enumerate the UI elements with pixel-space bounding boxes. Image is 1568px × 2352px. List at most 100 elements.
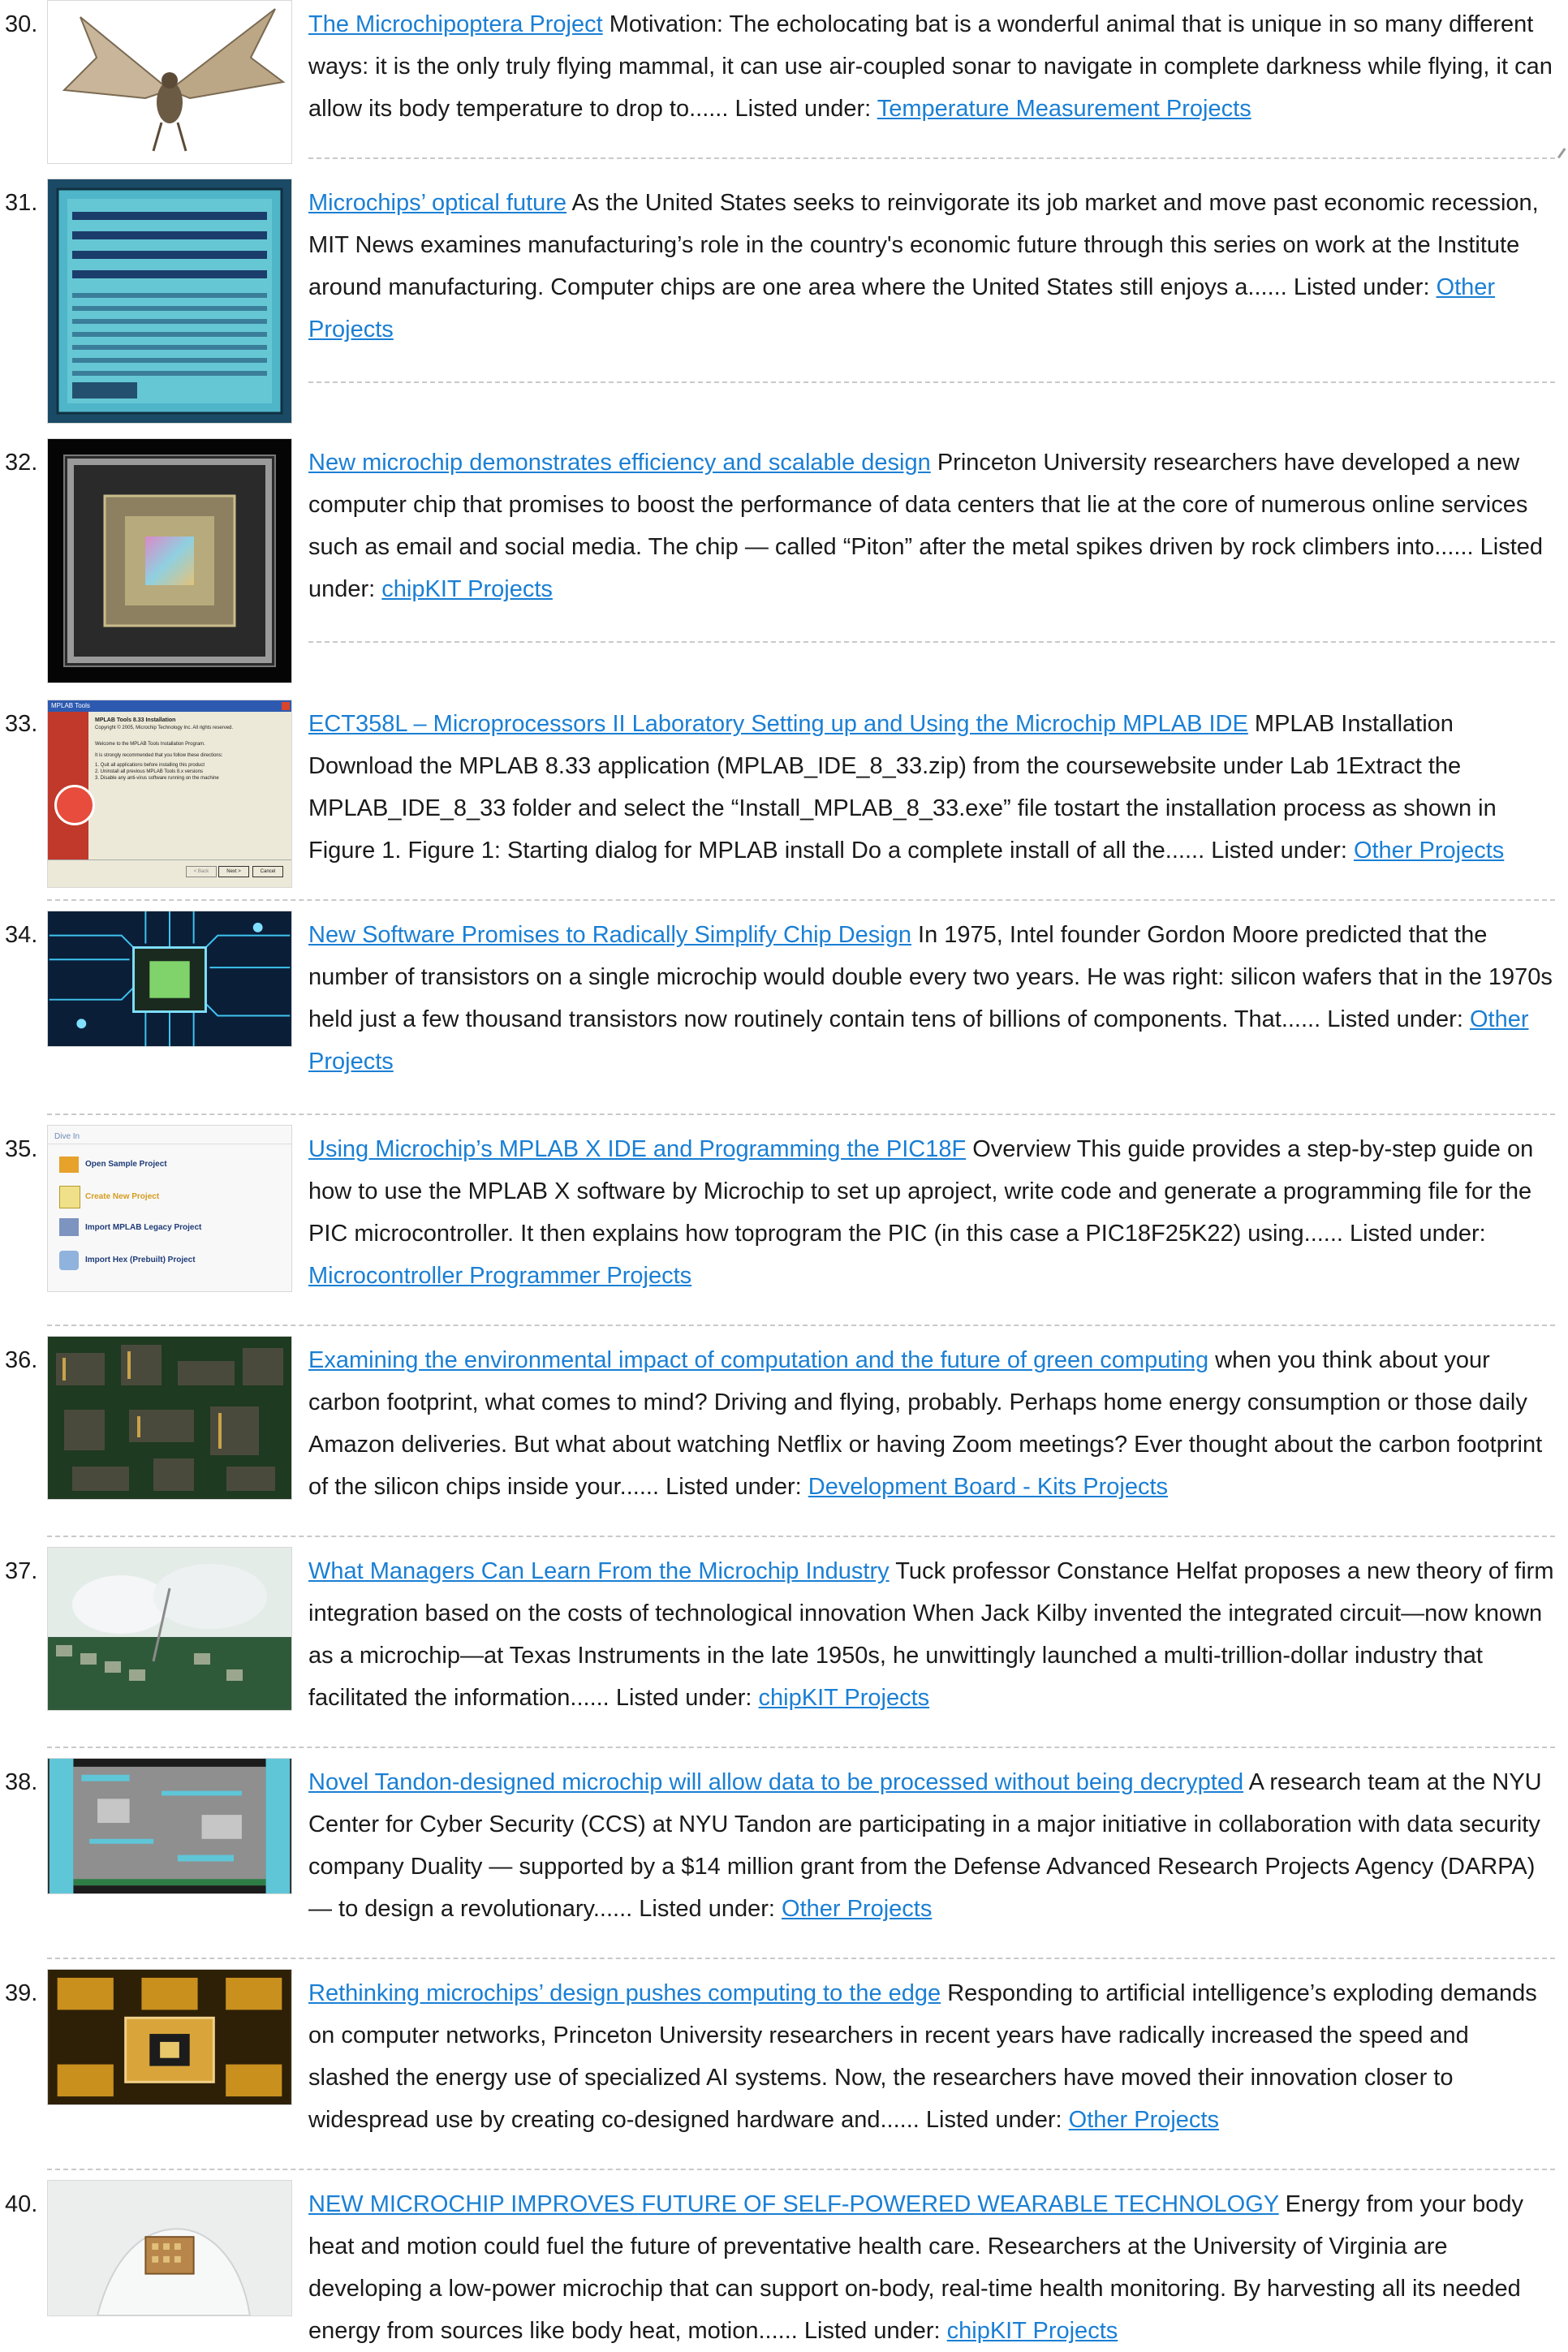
chip-layout-image [49,1759,291,1893]
category-link[interactable]: Microcontroller Programmer Projects [308,1263,691,1289]
listed-under-label: Listed under: [1211,838,1347,864]
item-text: New microchip demonstrates efficiency an… [308,442,1555,610]
separator [47,1114,1555,1115]
separator [47,1958,1555,1959]
project-title-link[interactable]: Microchips’ optical future [308,190,566,216]
back-button[interactable]: < Back [186,866,217,877]
item-text: NEW MICROCHIP IMPROVES FUTURE OF SELF-PO… [308,2183,1555,2352]
project-title-link[interactable]: NEW MICROCHIP IMPROVES FUTURE OF SELF-PO… [308,2191,1279,2217]
separator [47,2169,1555,2170]
thumbnail-image[interactable] [47,1547,292,1711]
divider [48,859,291,860]
category-link[interactable]: Temperature Measurement Projects [877,96,1251,122]
item-text: Rethinking microchips’ design pushes com… [308,1972,1555,2141]
close-icon [282,702,290,710]
wearable-chip-image [49,2181,291,2315]
new-project-icon [59,1186,80,1208]
item-number: 34. [5,922,38,948]
project-title-link[interactable]: New Software Promises to Radically Simpl… [308,922,911,948]
category-link[interactable]: Other Projects [782,1896,932,1922]
project-title-link[interactable]: ECT358L – Microprocessors II Laboratory … [308,711,1248,737]
cancel-button[interactable]: Cancel [252,866,283,877]
listed-under-label: Listed under: [734,96,872,122]
thumbnail-image[interactable] [47,0,292,164]
option-label[interactable]: Open Sample Project [85,1160,167,1169]
circuit-chip-image [49,911,291,1046]
category-link[interactable]: Development Board - Kits Projects [808,1474,1168,1500]
chip-die-image [48,179,291,423]
listed-under-label: Listed under: [639,1896,775,1922]
dialog-welcome: Welcome to the MPLAB Tools Installation … [95,742,205,747]
item-text: Microchips’ optical future As the United… [308,182,1555,351]
hex-import-icon [59,1251,79,1270]
listed-under-label: Listed under: [666,1474,802,1500]
item-text: Examining the environmental impact of co… [308,1339,1555,1508]
project-title-link[interactable]: What Managers Can Learn From the Microch… [308,1558,890,1584]
option-label[interactable]: Create New Project [85,1192,159,1201]
next-button[interactable]: Next > [218,866,249,877]
thumbnail-image[interactable] [47,2180,292,2316]
listed-under-label: Listed under: [925,2107,1062,2133]
category-link[interactable]: Other Projects [1069,2107,1219,2133]
item-number: 31. [5,190,38,216]
project-title-link[interactable]: New microchip demonstrates efficiency an… [308,450,931,476]
thumbnail-image[interactable] [47,438,292,683]
item-number: 37. [5,1558,38,1584]
category-link[interactable]: chipKIT Projects [381,576,553,602]
category-link[interactable]: chipKIT Projects [947,2318,1118,2344]
dialog-step: 3. Disable any anti-virus software runni… [95,776,219,781]
separator [47,1536,1555,1537]
category-link[interactable]: chipKIT Projects [759,1685,930,1711]
item-number: 40. [5,2191,38,2217]
piton-chip-image [48,439,291,683]
dialog-title: MPLAB Tools [48,700,291,712]
dialog-heading: MPLAB Tools 8.33 Installation [95,717,176,723]
installer-banner [48,712,95,859]
option-label[interactable]: Import MPLAB Legacy Project [85,1223,201,1232]
item-text: What Managers Can Learn From the Microch… [308,1550,1555,1719]
chip-array-image [49,1970,291,2104]
item-number: 30. [5,11,38,37]
item-text: The Microchipoptera Project Motivation: … [308,3,1555,130]
item-text: ECT358L – Microprocessors II Laboratory … [308,703,1555,872]
item-number: 38. [5,1769,38,1795]
separator [47,1747,1555,1748]
separator [308,641,1555,643]
listed-under-label: Listed under: [1293,274,1430,300]
listed-under-label: Listed under: [1350,1221,1486,1247]
item-text: Novel Tandon-designed microchip will all… [308,1761,1555,1930]
project-title-link[interactable]: Using Microchip’s MPLAB X IDE and Progra… [308,1136,966,1162]
circuit-board-image [48,1337,291,1499]
item-number: 39. [5,1980,38,2006]
separator [308,381,1555,383]
category-link[interactable]: Other Projects [1354,838,1504,864]
item-number: 35. [5,1136,38,1162]
item-number: 33. [5,711,38,737]
chip-inspection-image [48,1548,291,1710]
item-number: 36. [5,1347,38,1373]
dialog-step: 2. Uninstall all previous MPLAB Tools 8.… [95,769,203,774]
listed-under-label: Listed under: [803,2318,941,2344]
separator [308,157,1555,159]
thumbnail-image[interactable] [47,179,292,424]
thumbnail-image[interactable] [47,911,292,1047]
item-number: 32. [5,450,38,476]
thumbnail-image[interactable] [47,1969,292,2105]
option-label[interactable]: Import Hex (Prebuilt) Project [85,1256,196,1264]
separator [47,899,1555,901]
thumbnail-image[interactable] [47,1758,292,1894]
listed-under-label: Listed under: [615,1685,752,1711]
thumbnail-image[interactable] [47,1336,292,1500]
project-title-link[interactable]: Novel Tandon-designed microchip will all… [308,1769,1243,1795]
folder-icon [59,1157,79,1173]
project-title-link[interactable]: The Microchipoptera Project [308,11,603,37]
dive-in-header: Dive In [54,1132,80,1141]
item-text: New Software Promises to Radically Simpl… [308,914,1555,1083]
separator [47,1325,1555,1326]
project-title-link[interactable]: Examining the environmental impact of co… [308,1347,1208,1373]
microchip-logo-icon [54,785,95,825]
dialog-copyright: Copyright © 2005, Microchip Technology I… [95,726,234,730]
thumbnail-image[interactable]: Dive In Open Sample Project Create New P… [47,1125,292,1292]
project-title-link[interactable]: Rethinking microchips’ design pushes com… [308,1980,941,2006]
thumbnail-image[interactable]: MPLAB Tools MPLAB Tools 8.33 Installatio… [47,700,292,888]
